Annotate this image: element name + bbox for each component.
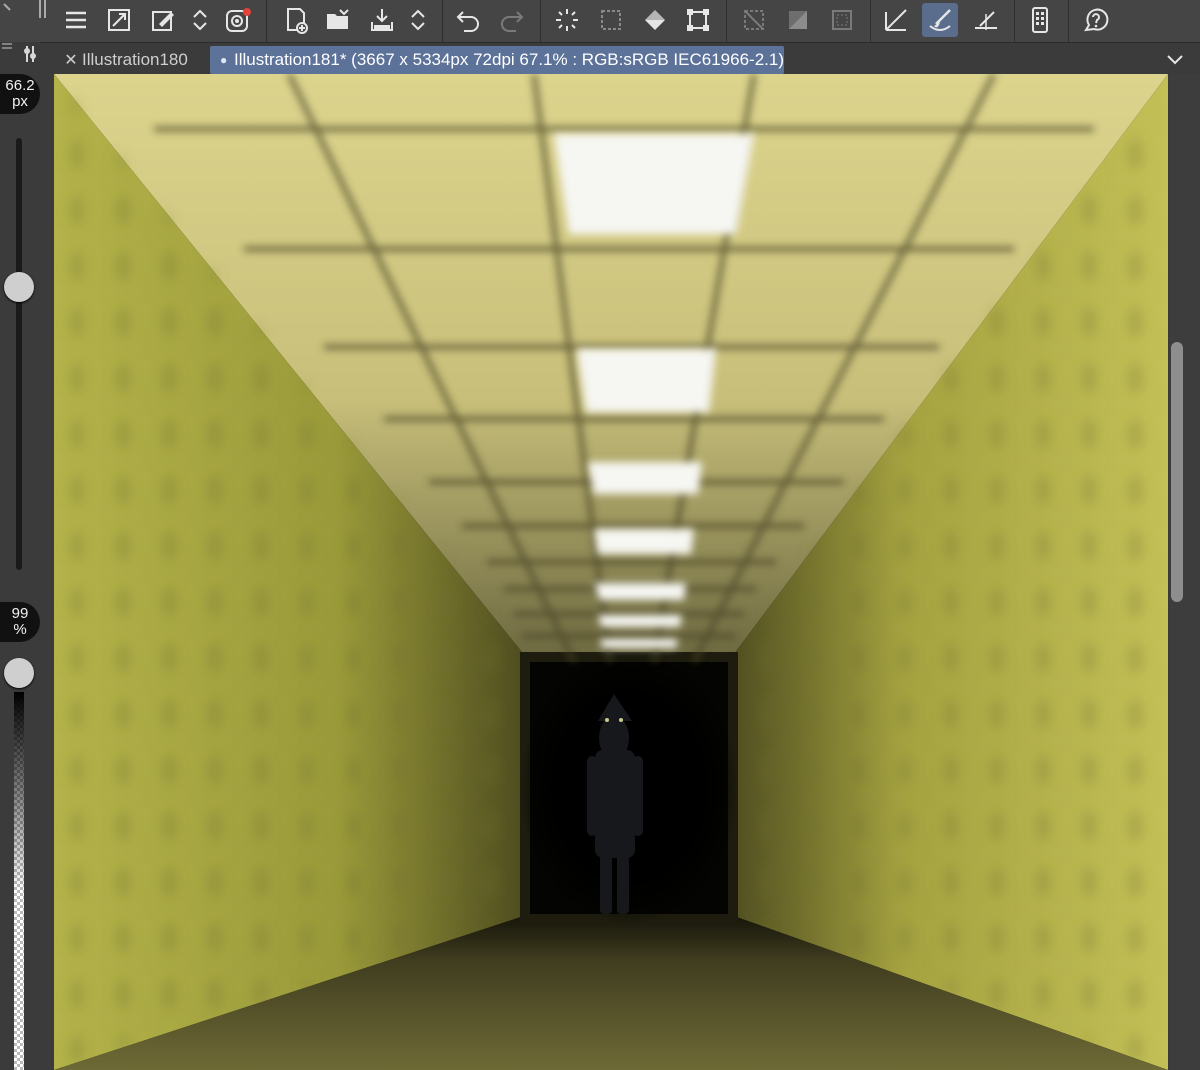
brush-opacity-unit: %	[13, 621, 27, 638]
brush-size-unit: px	[12, 93, 28, 110]
stroke-selection-icon[interactable]	[824, 3, 860, 37]
hide-selection-icon[interactable]	[736, 3, 772, 37]
new-file-icon[interactable]	[278, 3, 314, 37]
redo-icon[interactable]	[494, 3, 530, 37]
brush-opacity-badge[interactable]: 99 %	[0, 602, 40, 642]
expand-collapse-icon[interactable]	[182, 3, 218, 37]
corridor-artwork	[54, 74, 1168, 1070]
undo-icon[interactable]	[450, 3, 486, 37]
ruler-snap-icon[interactable]	[878, 3, 914, 37]
opacity-gradient	[14, 692, 24, 892]
select-area-icon[interactable]	[593, 3, 629, 37]
tab-illustration181[interactable]: ● Illustration181* (3667 x 5334px 72dpi …	[210, 46, 784, 74]
save-menu-icon[interactable]	[400, 3, 436, 37]
fill-selection-icon[interactable]	[780, 3, 816, 37]
brush-panel: 66.2 px 99 %	[0, 42, 40, 1070]
toolbar-edge	[0, 0, 50, 42]
toolbar-separator	[266, 0, 267, 42]
quick-access-icon[interactable]	[1022, 3, 1058, 37]
open-folder-icon[interactable]	[320, 3, 356, 37]
drawing-canvas[interactable]	[54, 74, 1168, 1070]
toolbar-separator	[870, 0, 871, 42]
toolbar	[0, 0, 1200, 43]
save-icon[interactable]	[364, 3, 400, 37]
vertical-scrollbar-thumb[interactable]	[1171, 342, 1183, 602]
toolbar-separator	[726, 0, 727, 42]
resize-canvas-icon[interactable]	[101, 3, 137, 37]
tab-label: Illustration181* (3667 x 5334px 72dpi 67…	[234, 50, 784, 69]
loading-selection-icon[interactable]	[549, 3, 585, 37]
brush-icon[interactable]	[922, 3, 958, 37]
tab-illustration180[interactable]: ✕ Illustration180	[60, 46, 210, 74]
chevron-down-icon[interactable]	[1164, 48, 1186, 75]
tab-label: Illustration180	[82, 50, 188, 69]
brush-size-slider-thumb[interactable]	[4, 272, 34, 302]
toolbar-separator	[540, 0, 541, 42]
brush-opacity-value: 99	[11, 605, 29, 622]
document-tab-bar: ✕ Illustration180 ● Illustration181* (36…	[54, 44, 1200, 74]
brush-size-slider[interactable]	[16, 138, 22, 570]
toolbar-separator	[442, 0, 443, 42]
menu-icon[interactable]	[58, 3, 94, 37]
unsaved-dot-icon: ●	[220, 53, 228, 67]
edit-eyedropper-icon[interactable]	[145, 3, 181, 37]
close-icon[interactable]: ✕	[60, 50, 82, 70]
ruler-icon[interactable]	[968, 3, 1004, 37]
toolbar-separator	[1014, 0, 1015, 42]
brush-opacity-slider-thumb[interactable]	[4, 658, 34, 688]
toolbar-separator	[1068, 0, 1069, 42]
panel-header	[0, 42, 40, 72]
swirl-icon[interactable]	[220, 3, 256, 37]
brush-size-value: 66.2	[5, 77, 35, 94]
help-icon[interactable]	[1078, 3, 1114, 37]
brush-size-badge[interactable]: 66.2 px	[0, 74, 40, 114]
transform-icon[interactable]	[680, 3, 716, 37]
fill-icon[interactable]	[637, 3, 673, 37]
